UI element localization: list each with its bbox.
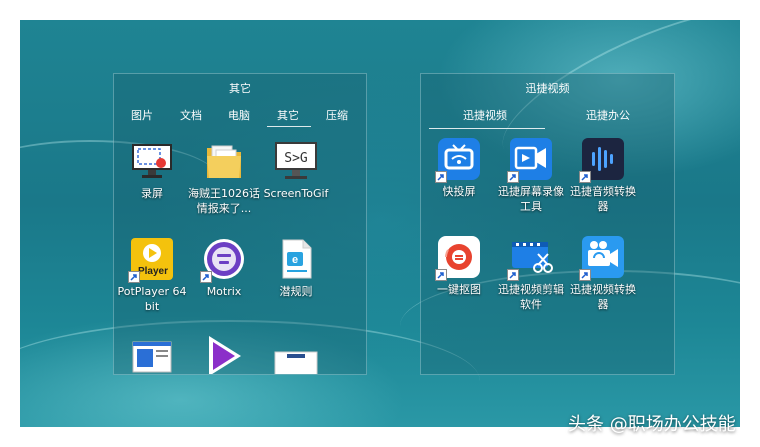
shortcut-arrow-icon [200, 271, 212, 283]
fence-title: 其它 [229, 82, 251, 95]
item-label: 快投屏 [442, 185, 476, 198]
desktop-wallpaper: 其它 图片 文档 电脑 其它 压缩 录屏 海贼王1026话情报来了... S>G… [20, 20, 740, 427]
shortcut-arrow-icon [507, 171, 519, 183]
svg-text:S>G: S>G [284, 151, 308, 166]
item-label: PotPlayer 64 bit [117, 285, 187, 313]
shortcut-arrow-icon [579, 269, 591, 281]
desktop-item-document[interactable]: e 潜规则 [260, 236, 332, 299]
potplayer-icon: Player [128, 236, 175, 283]
video-editor-icon [507, 234, 554, 281]
desktop-item-potplayer[interactable]: Player PotPlayer 64 bit [116, 236, 188, 314]
shortcut-arrow-icon [128, 271, 140, 283]
item-label: 海贼王1026话情报来了... [188, 187, 260, 215]
item-label: 迅捷屏幕录像工具 [498, 185, 564, 213]
tab-documents[interactable]: 文档 [180, 107, 202, 123]
tab-xunjie-video[interactable]: 迅捷视频 [463, 107, 507, 123]
screen-recorder-icon [129, 138, 175, 184]
desktop-item-clipped[interactable] [116, 338, 188, 374]
fence-xunjie-video[interactable]: 迅捷视频 迅捷视频 迅捷办公 快投屏 迅捷屏幕录像工具 迅捷音频转换器 一键抠图… [420, 73, 675, 375]
item-label: ScreenToGif [263, 187, 329, 200]
item-label: 一键抠图 [437, 283, 481, 296]
tab-compressed[interactable]: 压缩 [326, 107, 348, 123]
audio-converter-icon [579, 136, 626, 183]
shortcut-arrow-icon [435, 171, 447, 183]
desktop-item-folder[interactable]: 海贼王1026话情报来了... [188, 138, 260, 216]
screen-record-tool-icon [507, 136, 554, 183]
shortcut-arrow-icon [507, 269, 519, 281]
svg-text:Player: Player [138, 266, 168, 277]
watermark: 头条 @职场办公技能 [568, 414, 736, 435]
desktop-item-clipped[interactable] [260, 348, 332, 374]
play-triangle-icon [201, 332, 247, 374]
shortcut-arrow-icon [435, 269, 447, 281]
desktop-item-screentogif[interactable]: S>G ScreenToGif [260, 138, 332, 201]
folder-icon [201, 138, 247, 184]
document-icon: e [273, 236, 319, 282]
tab-pictures[interactable]: 图片 [131, 107, 153, 123]
desktop-item-cast-screen[interactable]: 快投屏 [423, 136, 495, 199]
image-icon [273, 348, 319, 374]
window-icon [129, 338, 175, 374]
fence-other[interactable]: 其它 图片 文档 电脑 其它 压缩 录屏 海贼王1026话情报来了... S>G… [113, 73, 367, 375]
item-label: 迅捷音频转换器 [570, 185, 636, 213]
desktop-item-motrix[interactable]: Motrix [188, 236, 260, 299]
cutout-icon [435, 234, 482, 281]
shortcut-arrow-icon [579, 171, 591, 183]
desktop-item-screen-recorder[interactable]: 录屏 [116, 138, 188, 201]
item-label: 录屏 [141, 187, 163, 200]
tab-xunjie-office[interactable]: 迅捷办公 [586, 107, 630, 123]
desktop-item-audio-converter[interactable]: 迅捷音频转换器 [567, 136, 639, 214]
item-label: 迅捷视频剪辑软件 [498, 283, 564, 311]
active-tab-indicator [429, 128, 545, 129]
svg-text:e: e [292, 254, 298, 266]
screentogif-icon: S>G [273, 138, 319, 184]
motrix-icon [200, 236, 247, 283]
tab-other[interactable]: 其它 [277, 107, 299, 123]
video-converter-icon [579, 234, 626, 281]
desktop-item-clipped[interactable] [188, 332, 260, 374]
item-label: 潜规则 [279, 285, 313, 298]
tab-computer[interactable]: 电脑 [228, 107, 250, 123]
item-label: Motrix [206, 285, 242, 298]
active-tab-indicator [267, 126, 311, 127]
desktop-item-video-converter[interactable]: 迅捷视频转换器 [567, 234, 639, 312]
item-label: 迅捷视频转换器 [570, 283, 636, 311]
desktop-item-video-editor[interactable]: 迅捷视频剪辑软件 [495, 234, 567, 312]
fence-title: 迅捷视频 [525, 82, 570, 95]
desktop-item-screen-record-tool[interactable]: 迅捷屏幕录像工具 [495, 136, 567, 214]
cast-screen-icon [435, 136, 482, 183]
desktop-item-cutout[interactable]: 一键抠图 [423, 234, 495, 297]
